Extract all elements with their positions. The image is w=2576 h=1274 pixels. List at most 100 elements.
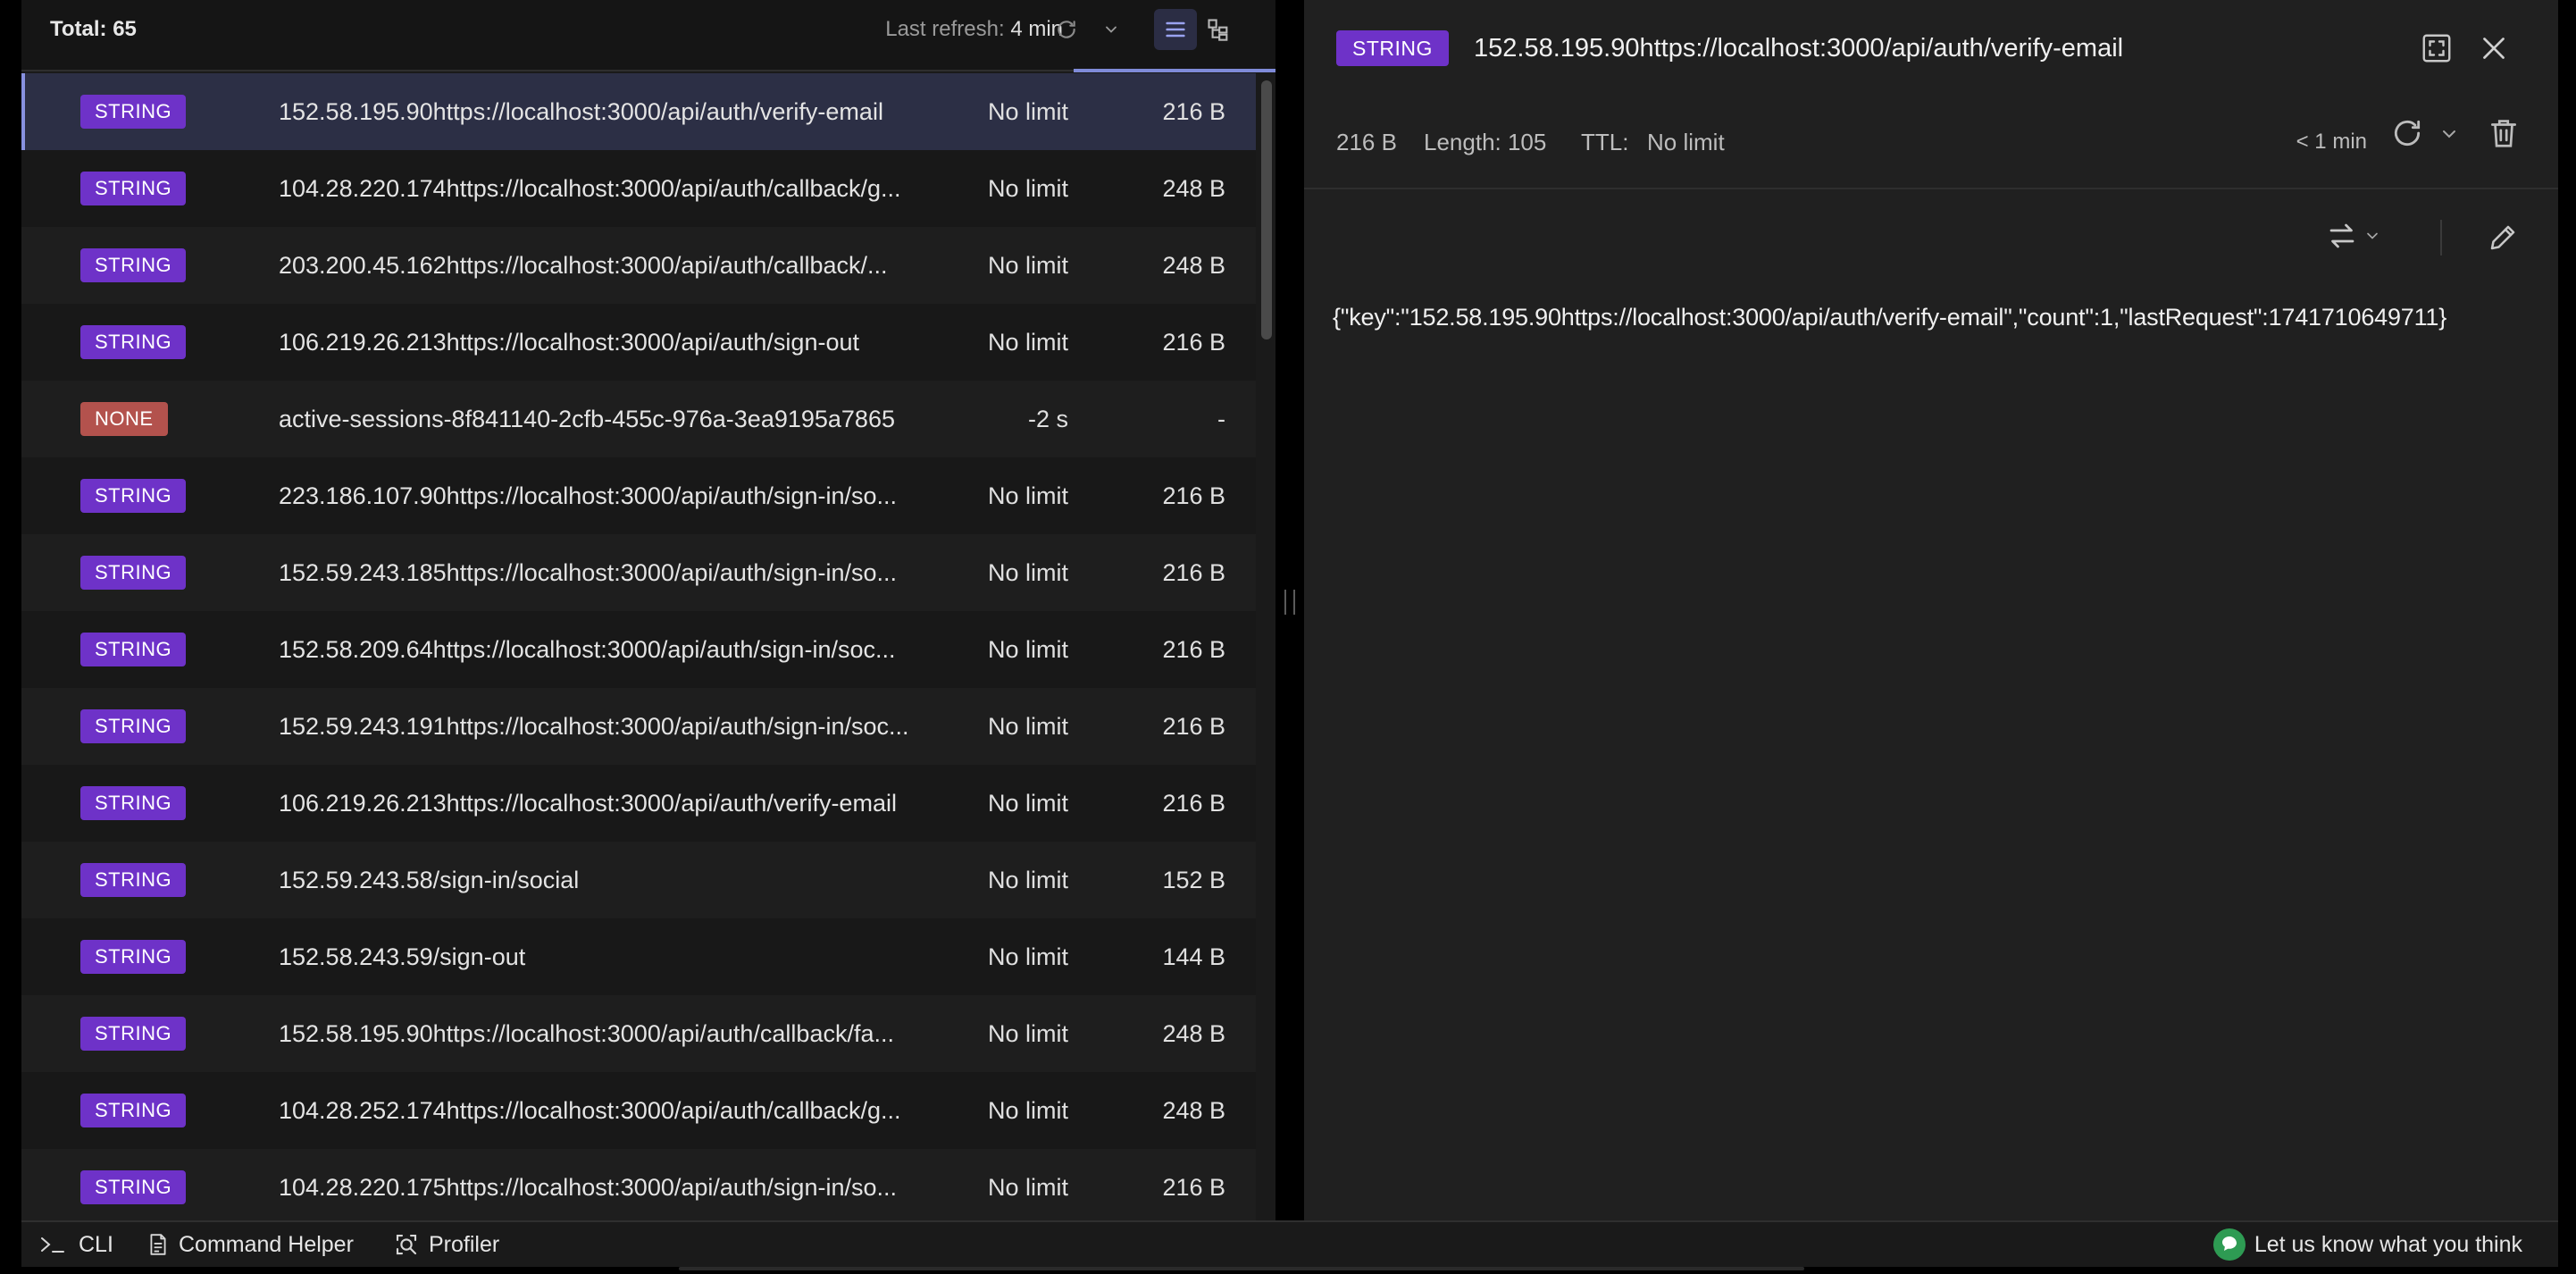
key-type-badge: STRING [80,786,187,820]
key-type-badge: STRING [80,633,187,666]
ttl-label: TTL: [1581,129,1629,155]
key-type-badge: STRING [80,709,187,743]
key-name: 104.28.220.174https://localhost:3000/api… [279,174,901,202]
key-metadata-bar: 216 B Length: 105 TTL: No limit < 1 min [1304,98,2558,189]
toolbar-divider [2440,220,2442,256]
key-list-panel: Total: 65 Last refresh: 4 min STRING 152.… [21,0,1275,1220]
window-edge [2558,0,2576,1220]
detail-refresh-time: < 1 min [2296,130,2367,154]
key-size: 248 B [1162,251,1225,279]
key-type-badge: STRING [80,248,187,282]
key-name: 152.59.243.58/sign-in/social [279,866,580,893]
key-size: 216 B [1162,1173,1225,1201]
value-toolbar [1304,191,2558,281]
key-value[interactable]: {"key":"152.58.195.90https://localhost:3… [1333,304,2446,331]
key-list-scrollbar[interactable] [1256,73,1275,1220]
splitter-handle-icon[interactable] [1284,590,1295,615]
key-type-badge: STRING [80,1017,187,1051]
total-keys-label: Total: 65 [50,17,137,41]
key-list-row[interactable]: STRING 104.28.220.174https://localhost:30… [21,150,1256,227]
key-size: 248 B [1162,1096,1225,1124]
key-ttl: -2 s [1027,405,1068,432]
key-ttl: No limit [987,943,1068,970]
key-name: 152.59.243.191https://localhost:3000/api… [279,712,909,740]
key-type-badge: STRING [1336,30,1449,66]
profiler-button[interactable]: Profiler [393,1222,499,1267]
key-details-panel: STRING 152.58.195.90https://localhost:30… [1304,0,2558,1220]
fullscreen-icon[interactable] [2421,32,2453,64]
panel-splitter[interactable] [1275,0,1304,1220]
key-name: 152.58.209.64https://localhost:3000/api/… [279,635,896,663]
key-name[interactable]: 152.58.195.90https://localhost:3000/api/… [1474,27,2123,70]
refresh-icon[interactable] [2390,116,2424,150]
list-view-icon[interactable] [1154,9,1197,50]
chevron-down-icon[interactable] [2438,123,2460,145]
key-size: 216 B [1336,129,1397,155]
key-ttl: No limit [987,97,1068,125]
key-list-row[interactable]: STRING 152.58.195.90https://localhost:300… [21,73,1256,150]
key-list-row[interactable]: STRING 152.58.195.90https://localhost:300… [21,995,1256,1072]
key-details-title-bar: STRING 152.58.195.90https://localhost:30… [1304,0,2558,98]
edit-icon[interactable] [2487,222,2519,254]
key-ttl: No limit [987,1096,1068,1124]
feedback-label: Let us know what you think [2254,1231,2522,1257]
key-size: 216 B [1162,635,1225,663]
command-helper-label: Command Helper [179,1231,354,1257]
key-size: 216 B [1162,328,1225,356]
key-list: STRING 152.58.195.90https://localhost:300… [21,73,1256,1220]
key-list-row[interactable]: STRING 152.59.243.185https://localhost:30… [21,534,1256,611]
key-ttl: No limit [987,482,1068,509]
feedback-link[interactable]: Let us know what you think [2212,1222,2522,1267]
key-size: 216 B [1162,558,1225,586]
key-list-row[interactable]: STRING 223.186.107.90https://localhost:30… [21,457,1256,534]
key-size: 216 B [1162,712,1225,740]
ttl-value[interactable]: No limit [1647,120,1725,164]
key-list-row[interactable]: STRING 152.59.243.58/sign-in/social No lim… [21,842,1256,918]
cli-button[interactable]: CLI [39,1222,113,1267]
key-name: 152.58.195.90https://localhost:3000/api/… [279,97,883,125]
refresh-icon[interactable] [1052,15,1081,44]
last-refresh-label: Last refresh: 4 min [885,0,1063,59]
tree-view-icon[interactable] [1197,9,1240,50]
key-name: 152.58.243.59/sign-out [279,943,526,970]
key-ttl: No limit [987,251,1068,279]
key-type-badge: STRING [80,479,187,513]
key-ttl: No limit [987,635,1068,663]
key-list-row[interactable]: STRING 203.200.45.162https://localhost:30… [21,227,1256,304]
key-list-row[interactable]: STRING 104.28.220.175https://localhost:30… [21,1149,1256,1220]
key-list-row[interactable]: NONE active-sessions-8f841140-2cfb-455c-9… [21,381,1256,457]
key-name: active-sessions-8f841140-2cfb-455c-976a-… [279,405,895,432]
key-list-row[interactable]: STRING 152.59.243.191https://localhost:30… [21,688,1256,765]
close-icon[interactable] [2478,32,2510,64]
key-name: 104.28.220.175https://localhost:3000/api… [279,1173,897,1201]
key-list-row[interactable]: STRING 152.58.243.59/sign-out No limit 144 … [21,918,1256,995]
scrollbar-thumb[interactable] [1261,80,1272,339]
feedback-icon [2212,1228,2246,1261]
key-ttl: No limit [987,558,1068,586]
key-size: 144 B [1162,943,1225,970]
profiler-icon [393,1231,420,1258]
key-name: 223.186.107.90https://localhost:3000/api… [279,482,897,509]
command-helper-button[interactable]: Command Helper [146,1222,354,1267]
bottom-bar: CLI Command Helper Profiler Let us know … [21,1220,2558,1267]
key-size: 248 B [1162,1019,1225,1047]
key-ttl: No limit [987,174,1068,202]
key-list-row[interactable]: STRING 152.58.209.64https://localhost:300… [21,611,1256,688]
delete-icon[interactable] [2487,116,2521,150]
key-list-row[interactable]: STRING 104.28.252.174https://localhost:30… [21,1072,1256,1149]
format-switch-icon[interactable] [2326,218,2390,254]
last-refresh-text: Last refresh: [885,17,1005,41]
document-icon [146,1231,170,1258]
key-ttl: No limit [987,866,1068,893]
cli-label: CLI [79,1231,113,1257]
chevron-down-icon[interactable] [1097,15,1125,44]
key-size: 216 B [1162,789,1225,817]
header-underline [21,69,1275,72]
key-name: 203.200.45.162https://localhost:3000/api… [279,251,888,279]
key-size: 152 B [1162,866,1225,893]
key-type-badge: STRING [80,940,187,974]
key-name: 152.59.243.185https://localhost:3000/api… [279,558,897,586]
key-list-row[interactable]: STRING 106.219.26.213https://localhost:30… [21,765,1256,842]
key-list-row[interactable]: STRING 106.219.26.213https://localhost:30… [21,304,1256,381]
terminal-icon [39,1234,70,1255]
